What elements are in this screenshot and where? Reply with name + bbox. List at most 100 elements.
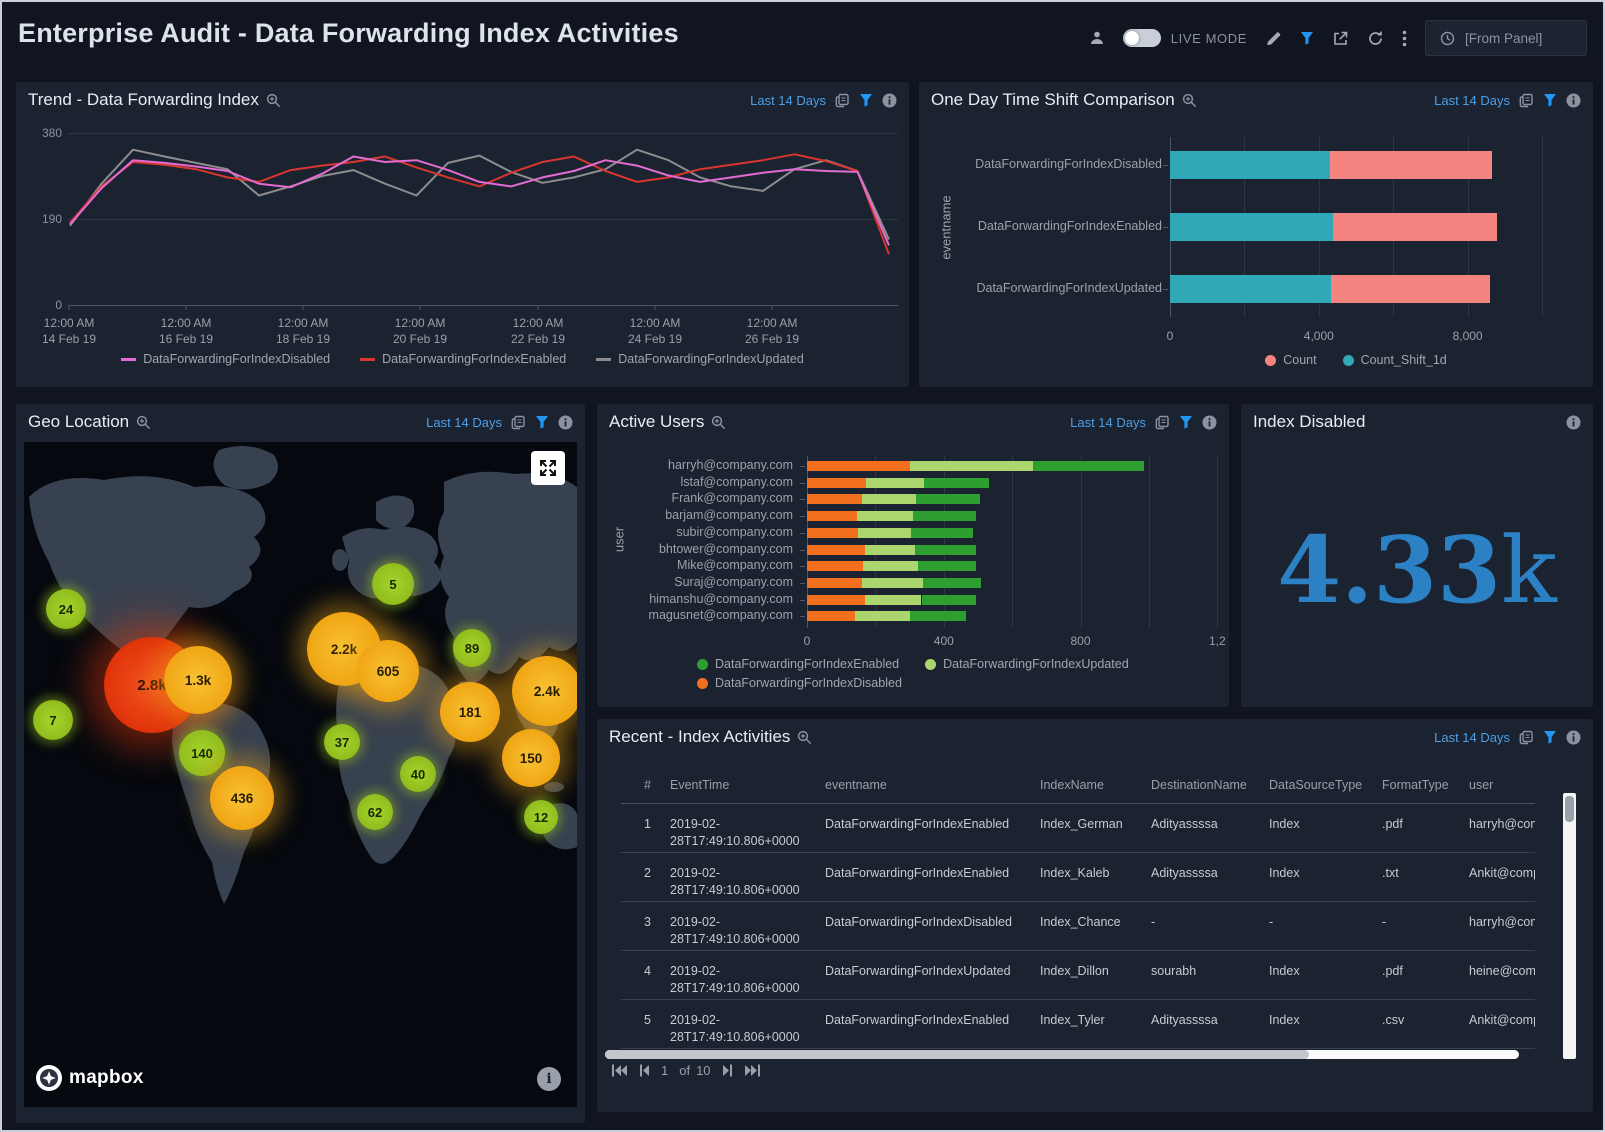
bar-segment-DataForwardingForIndexEnabled[interactable] bbox=[910, 611, 966, 621]
map-bubble-37[interactable]: 37 bbox=[324, 724, 360, 760]
bar-segment-DataForwardingForIndexEnabled[interactable] bbox=[1033, 461, 1144, 471]
map-bubble-12[interactable]: 12 bbox=[524, 800, 558, 834]
copy-icon[interactable] bbox=[1519, 93, 1534, 108]
next-page-button[interactable] bbox=[722, 1064, 733, 1077]
filter-icon[interactable] bbox=[535, 415, 549, 429]
refresh-icon[interactable] bbox=[1367, 30, 1384, 47]
copy-icon[interactable] bbox=[1155, 415, 1170, 430]
bar-segment-DataForwardingForIndexEnabled[interactable] bbox=[922, 595, 977, 605]
map-bubble-1.3k[interactable]: 1.3k bbox=[164, 646, 232, 714]
map-bubble-436[interactable]: 436 bbox=[210, 766, 274, 830]
table-row[interactable]: 22019-02-28T17:49:10.806+0000DataForward… bbox=[621, 853, 1535, 902]
bar-segment-DataForwardingForIndexDisabled[interactable] bbox=[807, 511, 857, 521]
bar-segment-DataForwardingForIndexUpdated[interactable] bbox=[910, 461, 1033, 471]
legend-item[interactable]: DataForwardingForIndexUpdated bbox=[596, 352, 804, 366]
copy-icon[interactable] bbox=[1519, 730, 1534, 745]
bar-segment-DataForwardingForIndexUpdated[interactable] bbox=[863, 561, 918, 571]
zoom-in-icon[interactable] bbox=[136, 415, 151, 430]
map-expand-button[interactable] bbox=[531, 451, 565, 485]
bar-segment-DataForwardingForIndexEnabled[interactable] bbox=[913, 511, 976, 521]
bar-segment-Count[interactable] bbox=[1331, 275, 1490, 303]
map-bubble-605[interactable]: 605 bbox=[357, 640, 419, 702]
vertical-scrollbar[interactable] bbox=[1563, 793, 1576, 1059]
column-header-DestinationName[interactable]: DestinationName bbox=[1146, 777, 1264, 794]
zoom-in-icon[interactable] bbox=[711, 415, 726, 430]
horizontal-scrollbar[interactable] bbox=[605, 1050, 1519, 1059]
map-bubble-140[interactable]: 140 bbox=[179, 730, 225, 776]
bar-segment-DataForwardingForIndexEnabled[interactable] bbox=[911, 528, 973, 538]
map-bubble-40[interactable]: 40 bbox=[400, 756, 436, 792]
bar-segment-DataForwardingForIndexUpdated[interactable] bbox=[862, 494, 917, 504]
table-row[interactable]: 42019-02-28T17:49:10.806+0000DataForward… bbox=[621, 951, 1535, 1000]
column-header-num[interactable]: # bbox=[621, 777, 665, 794]
bar-segment-DataForwardingForIndexDisabled[interactable] bbox=[807, 561, 863, 571]
time-range-link[interactable]: Last 14 Days bbox=[426, 415, 502, 430]
bar-segment-DataForwardingForIndexEnabled[interactable] bbox=[924, 478, 989, 488]
filter-icon[interactable] bbox=[1300, 31, 1314, 45]
user-icon[interactable] bbox=[1089, 30, 1105, 46]
zoom-in-icon[interactable] bbox=[797, 730, 812, 745]
info-icon[interactable] bbox=[1566, 730, 1581, 745]
first-page-button[interactable] bbox=[611, 1064, 628, 1077]
scrollbar-thumb[interactable] bbox=[1565, 796, 1574, 822]
filter-icon[interactable] bbox=[1543, 93, 1557, 107]
bar-segment-DataForwardingForIndexDisabled[interactable] bbox=[807, 595, 865, 605]
zoom-in-icon[interactable] bbox=[1182, 93, 1197, 108]
copy-icon[interactable] bbox=[835, 93, 850, 108]
previous-page-button[interactable] bbox=[639, 1064, 650, 1077]
table-row[interactable]: 52019-02-28T17:49:10.806+0000DataForward… bbox=[621, 1000, 1535, 1049]
info-icon[interactable] bbox=[1202, 415, 1217, 430]
table-row[interactable]: 32019-02-28T17:49:10.806+0000DataForward… bbox=[621, 902, 1535, 951]
mapbox-attribution[interactable]: mapbox bbox=[36, 1065, 144, 1091]
bar-segment-Count[interactable] bbox=[1333, 213, 1497, 241]
filter-icon[interactable] bbox=[1179, 415, 1193, 429]
bar-segment-DataForwardingForIndexEnabled[interactable] bbox=[918, 561, 976, 571]
time-range-link[interactable]: Last 14 Days bbox=[750, 93, 826, 108]
legend-item[interactable]: DataForwardingForIndexEnabled bbox=[360, 352, 566, 366]
bar-segment-DataForwardingForIndexDisabled[interactable] bbox=[807, 494, 862, 504]
map-bubble-24[interactable]: 24 bbox=[46, 589, 86, 629]
map-bubble-5[interactable]: 5 bbox=[372, 563, 414, 605]
bar-segment-DataForwardingForIndexEnabled[interactable] bbox=[923, 578, 981, 588]
bar-segment-DataForwardingForIndexUpdated[interactable] bbox=[857, 511, 913, 521]
zoom-in-icon[interactable] bbox=[266, 93, 281, 108]
time-range-link[interactable]: Last 14 Days bbox=[1434, 93, 1510, 108]
bar-segment-DataForwardingForIndexDisabled[interactable] bbox=[807, 611, 855, 621]
bar-segment-DataForwardingForIndexUpdated[interactable] bbox=[866, 478, 924, 488]
column-header-user[interactable]: user bbox=[1464, 777, 1535, 794]
filter-icon[interactable] bbox=[1543, 730, 1557, 744]
filter-icon[interactable] bbox=[859, 93, 873, 107]
map-bubble-7[interactable]: 7 bbox=[33, 700, 73, 740]
map-info-button[interactable]: i bbox=[537, 1067, 561, 1091]
legend-item[interactable]: Count_Shift_1d bbox=[1343, 353, 1447, 367]
bar-segment-Count[interactable] bbox=[1330, 151, 1492, 179]
bar-segment-DataForwardingForIndexDisabled[interactable] bbox=[807, 461, 910, 471]
bar-segment-DataForwardingForIndexDisabled[interactable] bbox=[807, 545, 865, 555]
more-options-icon[interactable] bbox=[1402, 30, 1407, 47]
last-page-button[interactable] bbox=[744, 1064, 761, 1077]
column-header-FormatType[interactable]: FormatType bbox=[1377, 777, 1464, 794]
world-map[interactable]: 2452.2k605892.8k1.3k2.4k1817140374043662… bbox=[24, 442, 577, 1107]
column-header-EventTime[interactable]: EventTime bbox=[665, 777, 820, 794]
column-header-DataSourceType[interactable]: DataSourceType bbox=[1264, 777, 1377, 794]
table-row[interactable]: 12019-02-28T17:49:10.806+0000DataForward… bbox=[621, 804, 1535, 853]
time-range-selector[interactable]: [From Panel] bbox=[1425, 20, 1587, 56]
map-bubble-150[interactable]: 150 bbox=[502, 729, 560, 787]
info-icon[interactable] bbox=[882, 93, 897, 108]
bar-segment-DataForwardingForIndexEnabled[interactable] bbox=[916, 494, 979, 504]
time-range-link[interactable]: Last 14 Days bbox=[1434, 730, 1510, 745]
map-bubble-2.4k[interactable]: 2.4k bbox=[512, 656, 577, 726]
legend-item[interactable]: DataForwardingForIndexEnabled bbox=[697, 657, 899, 671]
column-header-IndexName[interactable]: IndexName bbox=[1035, 777, 1146, 794]
bar-segment-DataForwardingForIndexUpdated[interactable] bbox=[862, 578, 924, 588]
map-bubble-62[interactable]: 62 bbox=[357, 794, 393, 830]
legend-item[interactable]: Count bbox=[1265, 353, 1316, 367]
bar-segment-DataForwardingForIndexEnabled[interactable] bbox=[915, 545, 977, 555]
map-bubble-181[interactable]: 181 bbox=[440, 682, 500, 742]
info-icon[interactable] bbox=[1566, 415, 1581, 430]
bar-segment-DataForwardingForIndexUpdated[interactable] bbox=[865, 595, 921, 605]
scrollbar-thumb[interactable] bbox=[605, 1050, 1309, 1059]
time-range-link[interactable]: Last 14 Days bbox=[1070, 415, 1146, 430]
bar-segment-Count_Shift_1d[interactable] bbox=[1170, 213, 1333, 241]
map-bubble-89[interactable]: 89 bbox=[453, 629, 491, 667]
